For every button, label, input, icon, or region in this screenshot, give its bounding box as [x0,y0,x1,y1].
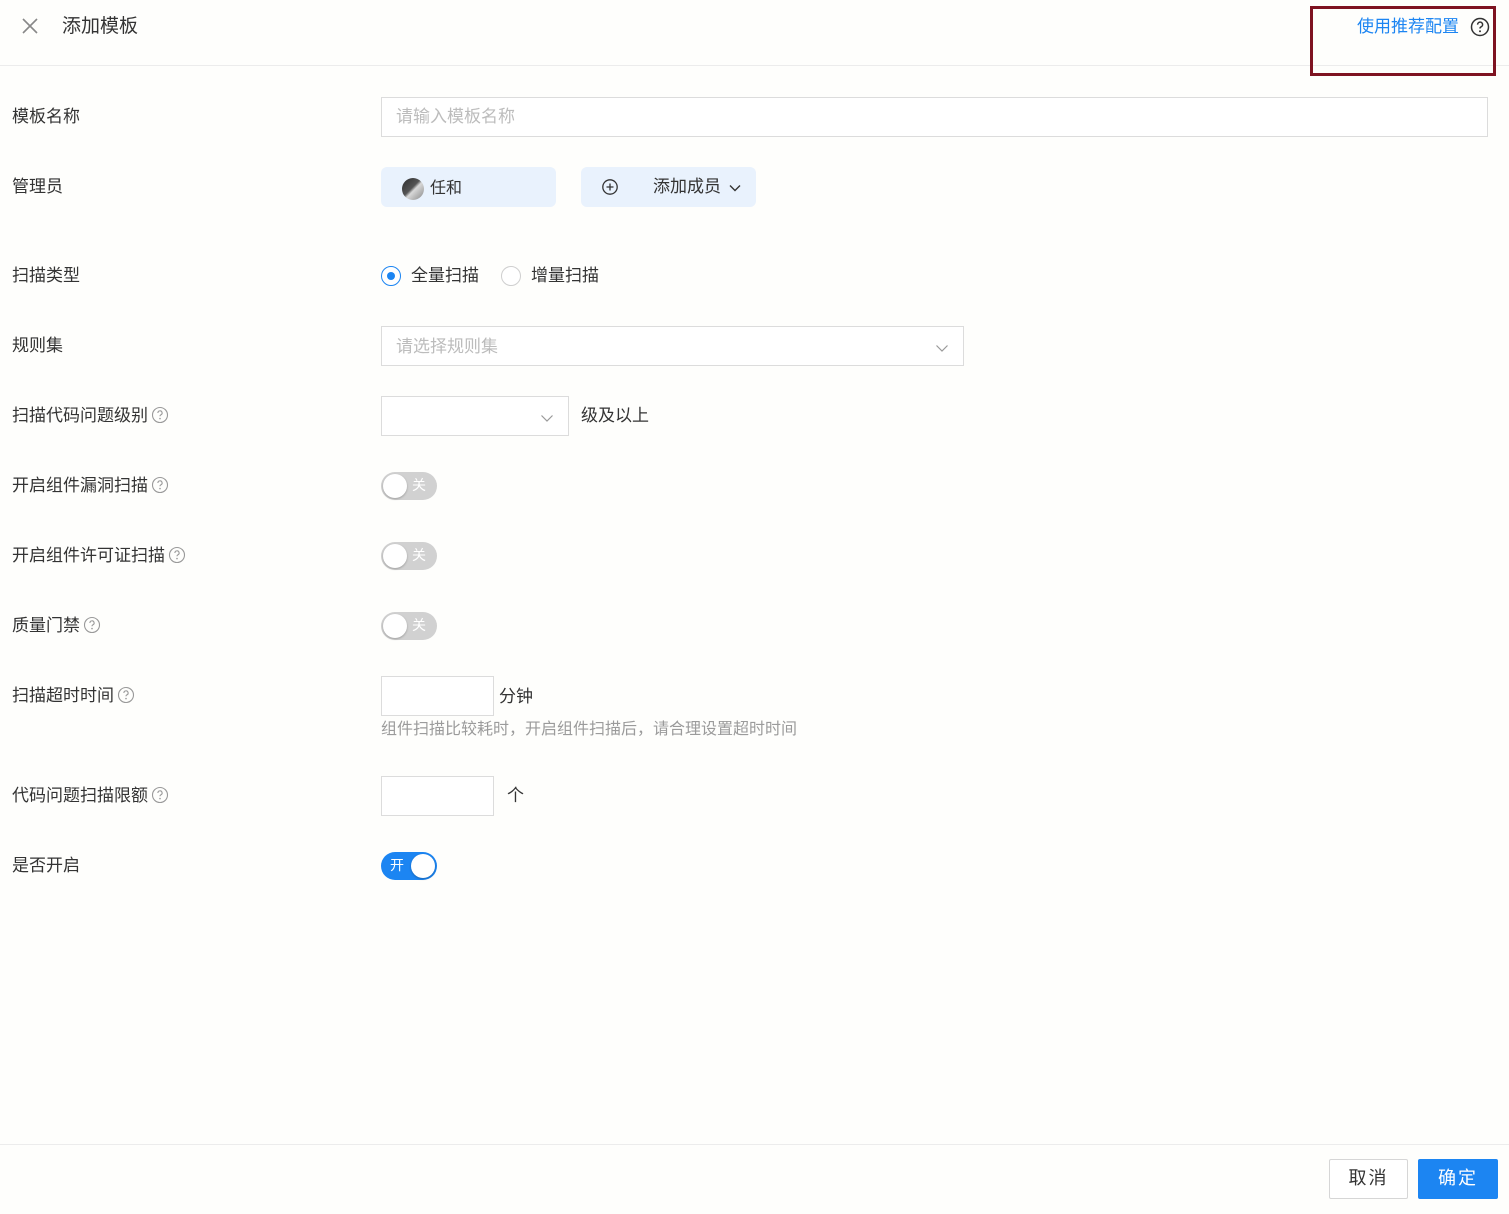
help-icon[interactable] [168,546,186,564]
rule-set-placeholder: 请选择规则集 [396,337,498,357]
component-vuln-scan-label-text: 开启组件漏洞扫描 [12,476,148,496]
enabled-toggle[interactable]: 开 [381,852,437,880]
chevron-down-icon [540,410,554,424]
full-scan-label: 全量扫描 [411,266,479,286]
component-vuln-scan-row: 开启组件漏洞扫描 关 [0,472,1509,500]
scan-timeout-hint: 组件扫描比较耗时，开启组件扫描后，请合理设置超时时间 [381,719,798,738]
add-member-label: 添加成员 [653,177,721,197]
component-license-scan-toggle[interactable]: 关 [381,542,437,570]
close-icon[interactable] [18,14,42,38]
dialog-title: 添加模板 [62,15,139,37]
avatar [402,178,424,200]
issue-limit-unit: 个 [507,786,524,806]
help-icon[interactable] [151,406,169,424]
scan-type-label: 扫描类型 [12,266,80,286]
admin-label: 管理员 [12,177,63,197]
admin-row: 管理员 任和 添加成员 [0,167,1509,207]
chevron-down-icon [728,180,742,194]
help-icon[interactable] [151,476,169,494]
issue-level-select[interactable] [381,396,569,436]
quality-gate-label: 质量门禁 [12,614,101,638]
toggle-knob [383,614,407,638]
radio-unchecked-icon [501,266,521,286]
issue-limit-input[interactable] [381,776,494,816]
scan-timeout-label-text: 扫描超时时间 [12,686,114,706]
scan-timeout-unit: 分钟 [499,687,533,707]
template-name-label: 模板名称 [12,107,80,127]
quality-gate-toggle[interactable]: 关 [381,612,437,640]
member-chip[interactable]: 任和 [381,167,556,207]
scan-timeout-row: 扫描超时时间 分钟 组件扫描比较耗时，开启组件扫描后，请合理设置超时时间 [0,676,1509,746]
issue-level-label-text: 扫描代码问题级别 [12,406,148,426]
help-icon[interactable] [1470,17,1490,37]
help-icon[interactable] [83,616,101,634]
radio-checked-icon [381,266,401,286]
component-license-scan-label: 开启组件许可证扫描 [12,544,186,568]
help-icon[interactable] [117,686,135,704]
rule-set-row: 规则集 请选择规则集 [0,326,1509,366]
template-name-input[interactable] [381,97,1488,137]
use-recommended-config-link[interactable]: 使用推荐配置 [1357,15,1459,39]
issue-level-label: 扫描代码问题级别 [12,404,169,428]
incremental-scan-radio[interactable]: 增量扫描 [501,264,611,288]
rule-set-label: 规则集 [12,336,63,356]
toggle-knob [383,474,407,498]
add-member-button[interactable]: 添加成员 [581,167,756,207]
template-name-row: 模板名称 [0,97,1509,137]
enabled-label: 是否开启 [12,856,80,876]
scan-timeout-label: 扫描超时时间 [12,684,135,708]
toggle-state: 开 [390,858,404,874]
help-icon[interactable] [151,786,169,804]
scan-timeout-input[interactable] [381,676,494,716]
toggle-knob [411,854,435,878]
toggle-knob [383,544,407,568]
toggle-state: 关 [412,548,426,564]
dialog-footer: 取消 确定 [0,1144,1509,1214]
dialog-header: 添加模板 使用推荐配置 [0,0,1509,76]
scan-type-row: 扫描类型 全量扫描 增量扫描 [0,264,1509,288]
quality-gate-row: 质量门禁 关 [0,612,1509,640]
rule-set-select[interactable]: 请选择规则集 [381,326,964,366]
issue-level-row: 扫描代码问题级别 级及以上 [0,396,1509,436]
chevron-down-icon [935,340,949,354]
enabled-row: 是否开启 开 [0,852,1509,880]
full-scan-radio[interactable]: 全量扫描 [381,264,491,288]
issue-limit-row: 代码问题扫描限额 个 [0,776,1509,816]
incremental-scan-label: 增量扫描 [531,266,599,286]
component-license-scan-label-text: 开启组件许可证扫描 [12,546,165,566]
issue-limit-label: 代码问题扫描限额 [12,784,169,808]
add-template-dialog: 添加模板 使用推荐配置 模板名称 管理员 任和 添加成员 [0,0,1509,1214]
issue-limit-label-text: 代码问题扫描限额 [12,786,148,806]
toggle-state: 关 [412,478,426,494]
member-name: 任和 [430,178,463,197]
component-vuln-scan-label: 开启组件漏洞扫描 [12,474,169,498]
quality-gate-label-text: 质量门禁 [12,616,80,636]
cancel-button[interactable]: 取消 [1329,1159,1408,1199]
plus-circle-icon [601,178,619,196]
confirm-button[interactable]: 确定 [1418,1159,1498,1199]
component-vuln-scan-toggle[interactable]: 关 [381,472,437,500]
issue-level-suffix: 级及以上 [581,406,649,426]
recommend-config-highlight: 使用推荐配置 [1310,6,1496,76]
component-license-scan-row: 开启组件许可证扫描 关 [0,542,1509,570]
toggle-state: 关 [412,618,426,634]
